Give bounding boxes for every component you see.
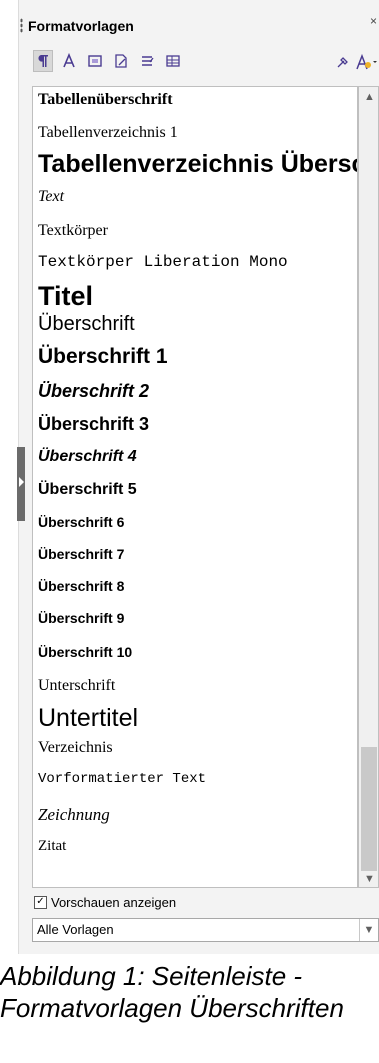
table-styles-icon[interactable] [163, 50, 183, 72]
list-item[interactable]: Überschrift 7 [38, 546, 124, 562]
list-item[interactable]: Überschrift 3 [38, 414, 149, 435]
scrollbar-thumb[interactable] [361, 747, 377, 871]
list-item[interactable]: Textkörper Liberation Mono [38, 253, 288, 271]
show-previews-label: Vorschauen anzeigen [51, 895, 177, 910]
drag-grip-icon[interactable] [20, 18, 23, 33]
figure-caption: Abbildung 1: Seitenleiste - Formatvorlag… [0, 961, 344, 1023]
list-item[interactable]: Überschrift 1 [38, 345, 168, 369]
list-item[interactable]: Zeichnung [38, 805, 110, 825]
list-item[interactable]: Text [38, 188, 64, 206]
list-item[interactable]: Überschrift [38, 313, 135, 336]
frame-styles-icon[interactable] [85, 50, 105, 72]
list-item[interactable]: Tabellenverzeichnis Überschrift [38, 150, 357, 179]
list-item[interactable]: Vorformatierter Text [38, 771, 206, 787]
toolbar-right-actions [335, 53, 377, 76]
sidebar-collapse-handle[interactable] [17, 447, 25, 521]
paragraph-styles-icon[interactable] [33, 50, 53, 72]
list-item[interactable]: Verzeichnis [38, 739, 113, 757]
list-item[interactable]: Überschrift 6 [38, 514, 124, 530]
list-item[interactable]: Überschrift 8 [38, 578, 124, 594]
list-item[interactable]: Textkörper [38, 222, 108, 240]
fill-format-mode-icon[interactable] [335, 54, 351, 75]
chevron-down-icon[interactable]: ▼ [364, 873, 375, 885]
list-item[interactable]: Titel [38, 282, 93, 310]
chevron-right-icon [19, 477, 24, 487]
close-icon[interactable]: × [370, 14, 377, 28]
new-style-icon[interactable] [355, 53, 377, 76]
list-item[interactable]: Überschrift 4 [38, 448, 137, 466]
list-item[interactable]: Überschrift 9 [38, 610, 124, 626]
chevron-up-icon[interactable]: ▲ [364, 91, 375, 103]
checkbox-icon[interactable]: ✓ [34, 896, 47, 909]
list-item[interactable]: Zitat [38, 838, 66, 855]
list-item[interactable]: Überschrift 5 [38, 481, 137, 499]
style-filter-select[interactable]: Alle Vorlagen ▼ [32, 918, 379, 942]
panel-title: Formatvorlagen [28, 18, 134, 34]
list-item[interactable]: Unterschrift [38, 677, 115, 695]
style-filter-value: Alle Vorlagen [37, 922, 114, 937]
style-category-toolbar [33, 50, 183, 76]
character-styles-icon[interactable] [59, 50, 79, 72]
list-item[interactable]: Untertitel [38, 704, 138, 733]
chevron-down-icon[interactable]: ▼ [359, 919, 378, 941]
list-item[interactable]: Überschrift 10 [38, 644, 132, 660]
show-previews-checkbox[interactable]: ✓ Vorschauen anzeigen [34, 895, 176, 910]
list-styles-icon[interactable] [137, 50, 157, 72]
list-item[interactable]: Tabellenüberschrift [38, 91, 173, 109]
page-styles-icon[interactable] [111, 50, 131, 72]
list-item[interactable]: Tabellenverzeichnis 1 [38, 124, 178, 142]
list-item[interactable]: Überschrift 2 [38, 381, 149, 402]
styles-list-scrollbar[interactable]: ▲ ▼ [358, 86, 379, 888]
styles-list[interactable]: Tabellenüberschrift Tabellenverzeichnis … [32, 86, 358, 888]
